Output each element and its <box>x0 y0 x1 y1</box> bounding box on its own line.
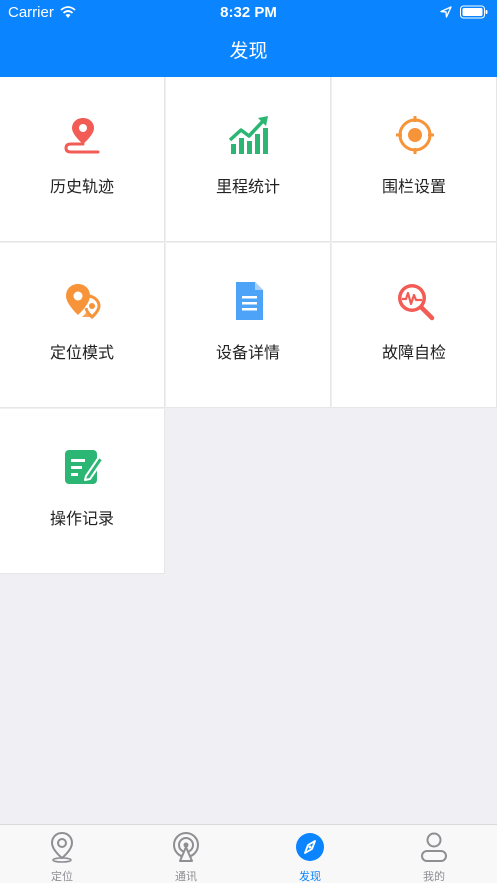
tab-label: 定位 <box>51 871 73 883</box>
antenna-icon <box>173 832 199 862</box>
grid-item-device-details[interactable]: 设备详情 <box>166 243 331 408</box>
tab-label: 发现 <box>299 871 321 883</box>
compass-icon <box>296 833 324 861</box>
battery-icon <box>460 5 488 19</box>
tab-profile[interactable]: 我的 <box>372 825 496 883</box>
document-icon <box>236 282 263 320</box>
location-arrow-icon <box>440 6 452 18</box>
grid-item-mileage-stats[interactable]: 里程统计 <box>166 77 331 242</box>
grid-item-operation-log[interactable]: 操作记录 <box>0 409 165 574</box>
grid-item-label: 故障自检 <box>381 345 446 362</box>
location-mode-icon <box>66 284 101 319</box>
grid-item-label: 历史轨迹 <box>49 179 114 196</box>
fence-target-icon <box>396 116 434 154</box>
tab-label: 通讯 <box>175 871 197 883</box>
grid-item-fence-settings[interactable]: 围栏设置 <box>332 77 497 242</box>
grid-item-fault-check[interactable]: 故障自检 <box>332 243 497 408</box>
tab-communication[interactable]: 通讯 <box>124 825 248 883</box>
tab-location[interactable]: 定位 <box>0 825 124 883</box>
location-pin-icon <box>50 831 74 863</box>
grid-item-label: 操作记录 <box>49 511 114 528</box>
navigation-bar: Carrier 8:32 PM 发现 <box>0 0 497 77</box>
tab-bar: 定位 通讯 发现 我的 <box>0 824 497 883</box>
user-icon <box>421 832 447 862</box>
grid-item-location-mode[interactable]: 定位模式 <box>0 243 165 408</box>
tab-discover[interactable]: 发现 <box>248 825 372 883</box>
diagnostic-search-icon <box>398 284 435 321</box>
status-bar: Carrier 8:32 PM <box>0 0 497 26</box>
status-time: 8:32 PM <box>220 4 277 21</box>
grid-item-history-track[interactable]: 历史轨迹 <box>0 77 165 242</box>
trend-chart-icon <box>228 116 268 154</box>
page-title: 发现 <box>229 41 268 62</box>
tab-label: 我的 <box>423 871 445 883</box>
track-pin-icon <box>64 118 100 154</box>
grid-item-label: 里程统计 <box>215 179 280 196</box>
edit-record-icon <box>65 450 104 484</box>
grid-item-label: 设备详情 <box>215 345 280 362</box>
grid-item-label: 定位模式 <box>49 345 114 362</box>
grid-item-label: 围栏设置 <box>381 179 446 196</box>
